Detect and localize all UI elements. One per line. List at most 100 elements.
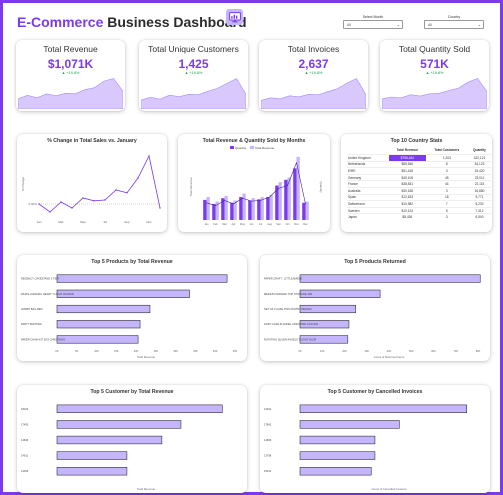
x-tick-label: Mar [222,222,227,226]
slicer-country-dropdown[interactable]: All ⌄ [424,20,484,29]
category-label: MEDIUM CERAMIC TOP STORAGE JAR [264,292,312,296]
category-label: FAIRY CAKE FLANNEL ASSORTED COLOUR [264,322,318,326]
x-tick-label: Nov [294,222,299,226]
slicer-month[interactable]: Select Month All ⌄ [343,15,403,33]
country-rows: United Kingdom $798,184 1,203 422,121 Nether… [347,154,491,221]
bar-revenue [305,201,309,220]
x-tick-label: 10K [320,349,325,353]
category-label: 14911 [264,407,272,411]
bar [56,274,228,283]
category-label: REGENCY CAKESTAND 3 TIER [21,277,59,281]
bar-quantity [212,203,216,220]
bar [56,435,163,445]
sparkline-area [261,78,366,109]
table-cell: $85,546 [401,162,414,167]
top-customers-cancelled-card: Top 5 Customer by Cancelled Invoices 1491… [260,385,490,493]
x-tick-label: 20K [134,349,139,353]
bar-revenue [242,193,246,220]
top-products-revenue-card: Top 5 Products by Total Revenue REGENCY C… [17,255,247,361]
kpi-change: ▲ +19.8% [425,71,444,75]
table-cell: Germany [348,175,362,180]
pct-point [126,192,128,194]
bar-quantity [266,197,270,220]
x-axis-label: Total Revenue [137,487,155,491]
table-cell: 5,230 [475,201,484,206]
kpi-card-customers: Total Unique Customers 1,425 ▲ +19.8% [139,40,248,111]
x-tick-label: Jul [103,220,107,224]
bar [299,435,376,445]
pct-point [159,207,161,209]
table-row: Australia $30,168 3 16,880 [347,187,491,194]
bar-quantity [248,200,252,220]
bar [56,467,128,476]
table-row: Germany $45,106 45 23,011 [347,174,491,181]
country-stats-table: Total Revenue Total Customers Quantity U… [347,147,491,220]
bar-quantity [302,202,306,220]
x-tick-label: 45K [233,349,238,353]
x-tick-label: 0K [298,349,301,353]
pct-point [148,155,150,157]
pct-point [38,203,40,205]
x-tick-label: Oct [285,222,289,226]
category-label: 18102 [21,407,29,411]
x-tick-label: May [240,222,246,226]
zero-label: 0.00% [28,202,37,206]
kpi-card-revenue: Total Revenue $1,071K ▲ +19.8% [16,40,125,111]
chart-title: % Change in Total Sales vs. January [47,138,137,144]
x-tick-label: May [80,220,86,224]
bar [56,451,128,460]
table-cell: $45,106 [401,175,414,180]
pct-line [38,154,161,213]
table-cell: 3 [445,188,448,193]
pct-point [60,201,62,203]
category-label: PAPER CHAIN KIT 50'S CHRISTMAS [21,337,65,341]
bar [56,320,141,329]
category-label: SET OF 3 CAKE TINS PANTRY DESIGN [264,307,312,311]
pct-point [93,200,95,202]
x-tick-label: Aug [267,222,272,226]
top-products-returned-chart: Top 5 Products Returned PAPER CRAFT , LIT… [264,259,481,359]
x-tick-label: Apr [231,222,235,226]
dashboard-canvas: E-Commerce Business Dashboard Select Mon… [3,3,500,493]
slicer-month-dropdown[interactable]: All ⌄ [343,20,403,29]
chart-title: Top 5 Customer by Total Revenue [90,389,173,395]
bar [56,335,139,344]
table-cell: 6,540 [475,215,484,220]
table-cell: 45 [445,175,449,180]
category-label: 14606 [264,438,272,442]
bar-revenue [269,194,273,220]
table-row: Spain $12,633 18 5,771 [347,194,491,201]
category-label: WHITE HANGING HEART T-LIGHT HOLDER [21,292,74,296]
kpi-title: Total Unique Customers [148,44,239,54]
x-tick-label: 50K [409,349,414,353]
x-tick-label: 40K [387,349,392,353]
x-tick-label: Jan [37,220,42,224]
kpi-sparkline [261,78,366,109]
bar [299,404,468,413]
chart-title: Top 5 Products by Total Revenue [91,259,172,265]
category-label: 17450 [21,422,29,426]
bar-quantity [230,202,234,220]
table-cell: Sweden [348,208,360,213]
table-row: Sweden $10,124 5 7,312 [347,207,491,214]
bar [56,404,223,413]
slicer-country[interactable]: Country All ⌄ [424,15,484,33]
pct-point [49,211,51,213]
bar [299,274,481,283]
column-header: Total Revenue [396,148,419,152]
top-customers-revenue-card: Top 5 Customer by Total Revenue 18102 1745… [17,385,247,493]
sparkline-area [18,78,123,109]
pct-point [71,207,73,209]
table-cell: $10,124 [401,208,414,213]
table-cell: 18 [445,195,449,200]
table-cell: France [348,182,358,187]
table-cell: 1,203 [442,155,451,160]
pct-change-chart: 0.00% % Change Jan Mar May Jul Sep Nov [21,154,161,224]
table-cell: Netherlands [348,162,366,167]
table-row: EIRE $51,418 3 15,420 [347,167,491,175]
table-cell: 3 [445,168,448,173]
column-header-country [347,147,389,155]
top-products-revenue-chart: Top 5 Products by Total Revenue REGENCY C… [21,259,238,359]
table-row: United Kingdom $798,184 1,203 422,121 [347,154,491,162]
x-axis-label: Count of Returned Items [374,355,405,359]
